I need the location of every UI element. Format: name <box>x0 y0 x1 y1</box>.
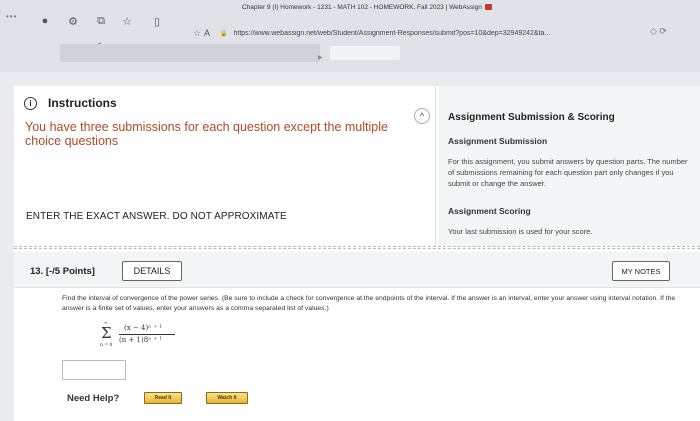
webassign-favicon-icon <box>484 4 492 11</box>
window-controls[interactable]: ••• <box>6 12 17 21</box>
instructions-title: Instructions <box>48 96 117 110</box>
watch-it-button[interactable]: Watch It <box>206 392 248 404</box>
scoring-text: Your last submission is used for your sc… <box>448 227 593 236</box>
instructions-header: i Instructions <box>24 96 117 110</box>
exact-answer-note: ENTER THE EXACT ANSWER. DO NOT APPROXIMA… <box>26 211 287 222</box>
tab-title[interactable]: Chapter 9 (I) Homework - 1231 - MATH 102… <box>242 4 492 11</box>
instructions-text: You have three submissions for each ques… <box>25 120 388 148</box>
collections-icon[interactable]: ◇ ⟳ <box>650 26 667 37</box>
favorite-star-icon[interactable]: ☆ <box>190 28 204 39</box>
favorites-icon[interactable]: ☆ <box>118 14 136 28</box>
formula-numerator: (x − 4)ⁿ ⁺ ¹ <box>124 324 163 332</box>
need-help-label: Need Help? <box>67 393 120 404</box>
submission-heading: Assignment Submission <box>448 136 548 146</box>
power-series-formula: ∞ Σ n = 0 (x − 4)ⁿ ⁺ ¹ (n + 1)8ⁿ ⁺ ¹ <box>98 321 208 353</box>
question-prompt: Find the interval of convergence of the … <box>62 295 676 312</box>
fraction-bar <box>119 334 175 335</box>
avatar-icon[interactable]: ● <box>36 14 54 28</box>
collapse-chevron-icon[interactable]: ^ <box>414 108 430 124</box>
answer-input[interactable] <box>62 360 126 380</box>
scoring-heading: Assignment Scoring <box>448 206 531 216</box>
lock-icon: 🔒 <box>220 30 228 37</box>
scoring-title: Assignment Submission & Scoring <box>448 112 615 123</box>
address-bar[interactable]: ☆ A 🔒 https://www.webassign.net/web/Stud… <box>190 26 660 40</box>
formula-denominator: (n + 1)8ⁿ ⁺ ¹ <box>119 336 163 344</box>
submission-text: For this assignment, you submit answers … <box>448 157 688 188</box>
tab-groups-icon[interactable]: ⧉ <box>92 14 110 28</box>
page-content: i Instructions ^ You have three submissi… <box>14 86 700 421</box>
url-text[interactable]: https://www.webassign.net/web/Student/As… <box>234 30 551 37</box>
question-header: 13. [-/5 Points] DETAILS MY NOTES <box>14 252 700 288</box>
question-number: 13. [-/5 Points] <box>30 266 95 277</box>
sum-lower-limit: n = 0 <box>100 343 113 348</box>
extensions-icon[interactable]: ⚙ <box>64 14 82 28</box>
instructions-panel: i Instructions ^ You have three submissi… <box>14 86 436 246</box>
sidebar-icon[interactable]: ▯ <box>148 14 166 28</box>
sigma-symbol: Σ <box>101 324 112 342</box>
scoring-panel: Assignment Submission & Scoring Assignme… <box>438 86 700 246</box>
reader-mode-icon[interactable]: A <box>204 28 210 38</box>
details-button[interactable]: DETAILS <box>122 261 182 281</box>
browser-chrome: ••• ● ⚙ ⧉ ☆ ▯ Chapter 9 (I) Homework - 1… <box>0 0 700 72</box>
read-it-button[interactable]: Read It <box>144 392 182 404</box>
forward-arrow-icon[interactable]: ▶ <box>318 54 323 61</box>
toolbar-placeholder <box>60 44 320 62</box>
divider <box>14 246 700 249</box>
toolbar-placeholder-light <box>330 46 400 60</box>
info-icon: i <box>24 96 37 110</box>
my-notes-button[interactable]: MY NOTES <box>612 261 670 281</box>
